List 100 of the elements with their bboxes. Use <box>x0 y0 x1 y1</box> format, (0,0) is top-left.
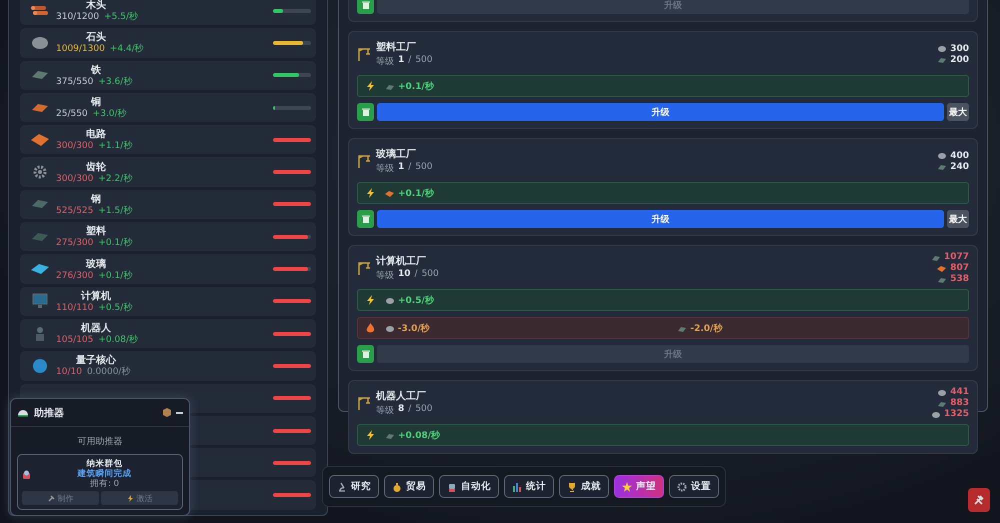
resource-name: 电路 <box>86 128 106 141</box>
hammer-icon <box>973 494 985 506</box>
material-icon <box>385 432 394 438</box>
trash-icon <box>362 108 370 116</box>
nav-tab[interactable]: 成就 <box>559 475 609 498</box>
resource-rate: +3.0/秒 <box>92 109 127 120</box>
resource-rate: +2.2/秒 <box>98 174 132 185</box>
resource-amount: 110/110 <box>56 302 94 314</box>
nav-tab[interactable]: 声望 <box>614 475 664 498</box>
resource-name: 铁 <box>91 64 101 77</box>
max-button[interactable]: 最大 <box>947 210 969 228</box>
material-icon <box>385 296 394 304</box>
level-separator: / <box>408 55 412 67</box>
crane-icon <box>357 47 371 61</box>
level-value: 8 <box>398 404 404 416</box>
cost-amount: 240 <box>950 162 969 172</box>
resource-amount: 1009/1300 <box>56 44 105 56</box>
level-label: 等级 <box>376 162 394 175</box>
sell-button[interactable] <box>357 210 374 228</box>
level-max: 500 <box>415 55 432 67</box>
monitor-icon <box>30 293 50 310</box>
trash-icon <box>362 350 370 358</box>
orb-icon <box>30 358 50 374</box>
resource-rate: +4.4/秒 <box>110 44 144 56</box>
sell-button[interactable] <box>357 0 374 14</box>
flame-icon <box>366 323 375 333</box>
rate-text: -3.0/秒 <box>398 322 430 334</box>
crane-icon <box>357 261 371 275</box>
nav-tab[interactable]: 设置 <box>669 475 719 498</box>
level-max: 500 <box>422 269 439 281</box>
level-separator: / <box>414 269 418 281</box>
nav-tab[interactable]: 自动化 <box>439 475 499 498</box>
resource-amount: 375/550 <box>56 76 94 88</box>
resource-rate: +5.5/秒 <box>104 12 138 24</box>
rate-text: -2.0/秒 <box>690 322 722 334</box>
level-separator: / <box>408 162 412 174</box>
material-icon <box>385 82 394 90</box>
bar-chart-icon <box>512 482 522 492</box>
trash-icon <box>362 215 370 223</box>
level-separator: / <box>408 404 412 416</box>
resource-rate: +0.08/秒 <box>98 335 138 346</box>
resource-name: 铜 <box>91 96 101 109</box>
level-value: 10 <box>398 269 411 281</box>
helmet-icon <box>17 408 29 417</box>
level-max: 500 <box>415 404 432 416</box>
gear-icon <box>677 482 687 492</box>
factory-name: 机器人工厂 <box>376 390 427 403</box>
level-max: 500 <box>415 162 432 174</box>
resource-name: 齿轮 <box>86 160 106 174</box>
trophy-icon <box>567 482 577 492</box>
resource-amount: 525/525 <box>56 206 94 217</box>
resource-rate: +0.1/秒 <box>98 238 132 250</box>
nav-tab[interactable]: 研究 <box>329 475 379 498</box>
cost-amount: 300 <box>950 44 969 54</box>
minimize-button[interactable] <box>176 412 183 414</box>
tools-button[interactable] <box>968 488 990 512</box>
resource-name: 钢 <box>91 192 101 206</box>
booster-subtitle: 可用助推器 <box>76 436 124 449</box>
resource-amount: 300/300 <box>56 141 94 152</box>
resource-name: 塑料 <box>86 224 106 238</box>
resource-rate: +0.1/秒 <box>98 270 132 282</box>
nav-tab[interactable]: 贸易 <box>384 475 434 498</box>
booster-owned: 拥有: 0 <box>90 479 119 489</box>
resource-amount: 25/550 <box>56 109 88 120</box>
cost-amount: 1077 <box>944 252 969 262</box>
material-icon <box>677 324 686 332</box>
stone-icon <box>30 34 50 51</box>
resource-amount: 300/300 <box>56 174 94 185</box>
cost-amount: 538 <box>950 274 969 284</box>
lightning-icon <box>366 430 375 440</box>
cost-amount: 441 <box>950 387 969 397</box>
resource-rate: +0.5/秒 <box>98 302 132 314</box>
rate-text: +0.5/秒 <box>398 294 434 306</box>
sell-button[interactable] <box>357 345 374 363</box>
lightning-icon <box>366 188 375 198</box>
rate-text: +0.1/秒 <box>398 80 434 92</box>
max-button[interactable]: 最大 <box>947 103 969 121</box>
resource-name: 计算机 <box>81 290 111 303</box>
material-icon <box>385 190 394 196</box>
cost-amount: 883 <box>950 398 969 408</box>
resource-name: 玻璃 <box>86 257 106 271</box>
lightning-icon <box>366 295 375 305</box>
level-label: 等级 <box>376 56 394 68</box>
factory-name: 玻璃工厂 <box>376 147 417 161</box>
upgrade-button[interactable]: 升级 <box>377 210 944 228</box>
booster-title: 助推器 <box>34 406 64 420</box>
level-value: 1 <box>398 162 404 174</box>
nav-tab[interactable]: 统计 <box>504 475 554 498</box>
booster-name: 纳米群包 <box>86 459 122 469</box>
upgrade-button[interactable]: 升级 <box>377 103 944 121</box>
star-icon <box>622 482 632 492</box>
resource-rate: +1.1/秒 <box>98 141 132 152</box>
cost-amount: 200 <box>950 54 969 64</box>
resource-amount: 310/1200 <box>56 12 100 24</box>
crane-icon <box>357 396 371 410</box>
level-value: 1 <box>398 55 404 67</box>
sell-button[interactable] <box>357 103 374 121</box>
rate-text: +0.08/秒 <box>398 430 440 442</box>
resource-name: 石头 <box>86 30 106 44</box>
resource-amount: 276/300 <box>56 270 94 282</box>
